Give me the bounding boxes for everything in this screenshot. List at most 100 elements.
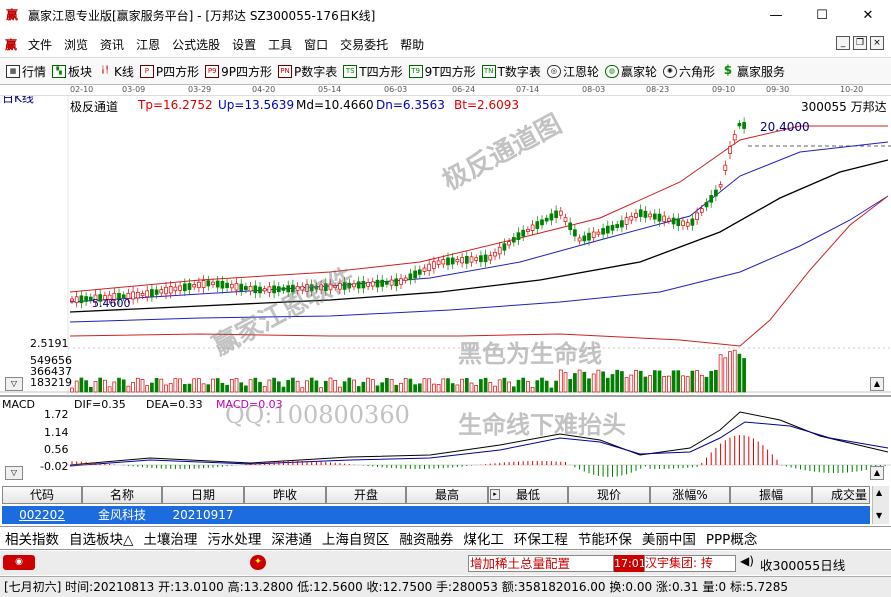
indicator-name: 极反通道 (70, 100, 119, 114)
winner-service-button[interactable]: $ 赢家服务 (721, 63, 785, 80)
menu-info[interactable]: 资讯 (95, 36, 131, 53)
volume-bar (272, 377, 276, 393)
tab-custom-blocks[interactable]: 自选板块△ (64, 528, 138, 548)
tab-env-eng[interactable]: 环保工程 (509, 528, 573, 548)
tab-beautiful-china[interactable]: 美丽中国 (637, 528, 701, 548)
tab-soil[interactable]: 土壤治理 (138, 528, 202, 548)
candle-body (356, 281, 361, 289)
tab-shanghai-ftz[interactable]: 上海自贸区 (317, 528, 395, 548)
col-name[interactable]: 名称 (82, 486, 162, 504)
hexagon-button[interactable]: ✺ 六角形 (662, 63, 715, 80)
date-tick: 06-24 (452, 85, 476, 94)
tab-related-index[interactable]: 相关指数 (0, 528, 64, 548)
volume-bar (530, 387, 535, 393)
col-change[interactable]: 涨幅% (650, 486, 730, 504)
mdi-minimize-button[interactable]: _ (836, 36, 850, 50)
9t-square-button[interactable]: T9 9T四方形 (408, 63, 476, 80)
candle-body (657, 213, 662, 222)
menu-formula[interactable]: 公式选股 (167, 36, 227, 53)
volume-bar (309, 377, 314, 393)
gann-wheel-button[interactable]: ◎ 江恩轮 (546, 63, 599, 80)
chart-area[interactable] (0, 86, 891, 484)
winner-wheel-button[interactable]: ◍ 赢家轮 (604, 63, 657, 80)
volume-bar (516, 379, 521, 393)
alert-icon[interactable]: ✦ (250, 555, 266, 570)
candle-body (577, 237, 582, 242)
tab-energy-saving[interactable]: 节能环保 (573, 528, 637, 548)
quotes-button[interactable]: ▦ 行情 (6, 63, 46, 80)
col-date[interactable]: 日期 (162, 486, 244, 504)
scroll-up-icon[interactable]: ▲ (876, 488, 882, 497)
kline-button[interactable]: ╽╿ K线 (98, 63, 134, 80)
candle-body (262, 288, 267, 292)
menu-file[interactable]: 文件 (23, 36, 59, 53)
candle-body (276, 286, 281, 293)
volume-bar (615, 369, 620, 393)
price-scroll-button[interactable]: ▲ (870, 377, 884, 391)
kline-icon: ╽╿ (100, 65, 110, 74)
col-code[interactable]: 代码 (2, 486, 82, 504)
candle-body (220, 280, 225, 289)
macd-scroll-button[interactable]: ▲ (870, 466, 884, 480)
menu-help[interactable]: 帮助 (395, 36, 431, 53)
minimize-button[interactable]: — (753, 0, 799, 31)
volume-bar (93, 381, 98, 393)
candle-body (530, 224, 535, 231)
collapse-macd-button[interactable]: ▽ (5, 466, 23, 480)
maximize-button[interactable]: ☐ (799, 0, 845, 31)
blocks-button[interactable]: ▚ 板块 (52, 63, 92, 80)
menu-settings[interactable]: 设置 (227, 36, 263, 53)
col-high[interactable]: 最高 (406, 486, 488, 504)
volume-bar (300, 387, 305, 393)
volume-bar (629, 374, 634, 393)
collapse-price-button[interactable]: ▽ (5, 377, 23, 391)
table-scrollbar[interactable]: ▲ ▼ (872, 486, 889, 524)
9p-square-button[interactable]: P9 9P四方形 (205, 63, 272, 80)
p-square-button[interactable]: P P四方形 (139, 63, 199, 80)
col-amplitude[interactable]: 振幅 (730, 486, 812, 504)
indicator-bt: Bt=2.6093 (454, 98, 519, 112)
col-low[interactable]: 最低 (488, 486, 568, 504)
col-volume[interactable]: 成交量 (812, 486, 870, 504)
t-table-button[interactable]: TN T数字表 (481, 63, 541, 80)
candle-body (540, 219, 544, 226)
up-count-icon[interactable]: ◉ (3, 555, 35, 570)
pn-table-icon: PN (278, 64, 293, 78)
volume-bar (338, 386, 342, 393)
menu-tools[interactable]: 工具 (263, 36, 299, 53)
row-code[interactable]: 002202 (2, 506, 82, 524)
kline-chart[interactable] (0, 86, 891, 484)
candle-body (361, 280, 366, 289)
mdi-restore-button[interactable]: ❐ (853, 36, 867, 50)
candle-body (718, 184, 723, 188)
p-table-button[interactable]: PN P数字表 (278, 63, 337, 80)
scroll-down-icon[interactable]: ▼ (876, 511, 882, 520)
candle-body (319, 284, 323, 291)
speaker-icon[interactable]: ◀) (740, 554, 754, 568)
volume-bar (276, 381, 281, 393)
volume-bar (695, 370, 699, 393)
close-button[interactable]: ✕ (845, 0, 891, 31)
tab-shenzhen-hk[interactable]: 深港通 (266, 528, 317, 548)
volume-bar (417, 383, 422, 393)
col-price[interactable]: 现价 (568, 486, 650, 504)
volume-bar (234, 377, 239, 393)
menu-window[interactable]: 窗口 (299, 36, 335, 53)
col-open[interactable]: 开盘 (326, 486, 406, 504)
mdi-close-button[interactable]: × (870, 36, 884, 50)
tab-coal-chem[interactable]: 煤化工 (458, 528, 509, 548)
candle-body (145, 290, 150, 298)
menu-trade[interactable]: 交易委托 (335, 36, 395, 53)
tab-ppp[interactable]: PPP概念 (701, 528, 762, 548)
menu-gann[interactable]: 江恩 (131, 36, 167, 53)
volume-bar (182, 384, 187, 393)
col-prev-close[interactable]: 昨收 (244, 486, 326, 504)
sort-arrow-icon[interactable]: ▸ (490, 489, 500, 500)
news-ticker[interactable]: 增加稀土总量配置 (468, 555, 614, 572)
tab-margin[interactable]: 融资融券 (394, 528, 458, 548)
menu-browse[interactable]: 浏览 (59, 36, 95, 53)
news-ticker-2[interactable]: 汉宇集团: 抟 (644, 555, 736, 572)
table-row[interactable]: 002202 金风科技 20210917 (2, 506, 870, 524)
tab-sewage[interactable]: 污水处理 (202, 528, 266, 548)
t-square-button[interactable]: TS T四方形 (343, 63, 403, 80)
